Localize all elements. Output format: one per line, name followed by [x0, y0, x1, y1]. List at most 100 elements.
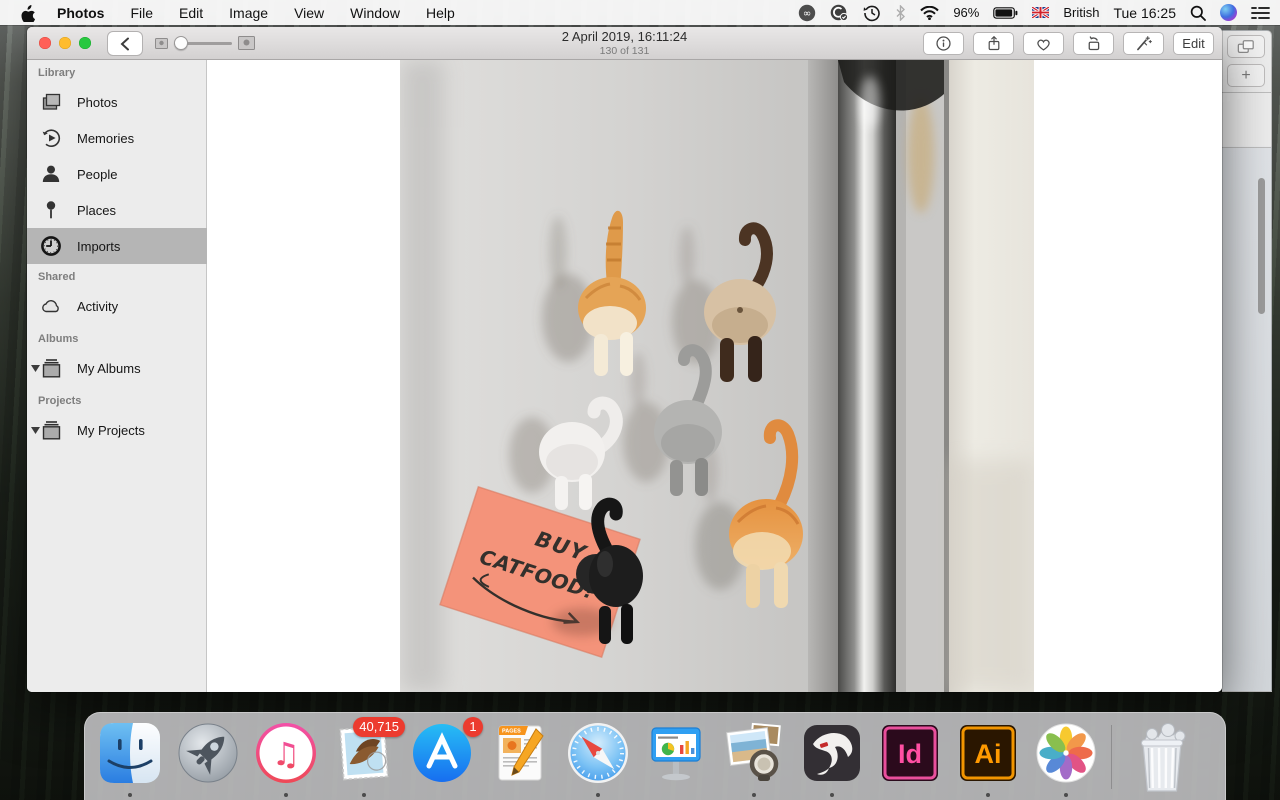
input-source-label[interactable]: British: [1063, 5, 1099, 20]
app-store-badge: 1: [463, 717, 483, 737]
running-indicator: [362, 793, 366, 797]
keynote-icon: [644, 721, 708, 785]
dock-item-finder[interactable]: [91, 721, 169, 799]
illustrator-icon: Ai: [956, 721, 1020, 785]
mail-badge: 40,715: [353, 717, 405, 737]
sidebar-item-places[interactable]: Places: [27, 192, 207, 228]
menu-window[interactable]: Window: [350, 5, 400, 21]
toolbar-actions: Edit: [923, 32, 1214, 55]
dock-item-safari[interactable]: [559, 721, 637, 799]
rotate-button[interactable]: [1073, 32, 1114, 55]
info-button[interactable]: [923, 32, 964, 55]
sidebar-item-imports[interactable]: Imports: [27, 228, 207, 264]
rhinoceros-icon: [800, 721, 864, 785]
photos-stack-icon: [40, 91, 62, 113]
bluetooth-icon[interactable]: [895, 5, 906, 21]
dock-item-rhinoceros[interactable]: [793, 721, 871, 799]
menu-view[interactable]: View: [294, 5, 324, 21]
sidebar-item-photos[interactable]: Photos: [27, 84, 207, 120]
spotlight-search-icon[interactable]: [1190, 5, 1206, 21]
dock-item-mail[interactable]: 40,715: [325, 721, 403, 799]
battery-percent: 96%: [953, 5, 979, 20]
running-indicator: [830, 793, 834, 797]
uk-flag-icon[interactable]: [1032, 7, 1049, 18]
svg-text:♫: ♫: [272, 735, 301, 773]
dock-item-photos[interactable]: [1027, 721, 1105, 799]
wifi-icon[interactable]: [920, 6, 939, 20]
disclosure-triangle-icon[interactable]: [31, 365, 41, 372]
indesign-abbr: Id: [898, 739, 922, 769]
places-pin-icon: [40, 199, 62, 221]
new-tab-button[interactable]: +: [1227, 64, 1265, 87]
edit-button[interactable]: Edit: [1173, 32, 1214, 55]
apple-menu[interactable]: [20, 4, 35, 22]
sidebar-item-my-projects[interactable]: My Projects: [27, 412, 207, 448]
menu-file[interactable]: File: [130, 5, 153, 21]
dock-separator: [1105, 721, 1117, 799]
photos-app-icon: [1034, 721, 1098, 785]
dock-item-illustrator[interactable]: Ai: [949, 721, 1027, 799]
sidebar-item-people[interactable]: People: [27, 156, 207, 192]
menu-bar: Photos File Edit Image View Window Help …: [0, 0, 1280, 25]
dock-item-pages[interactable]: PAGES: [481, 721, 559, 799]
creative-cloud-icon[interactable]: ∞: [798, 4, 816, 22]
favorite-button[interactable]: [1023, 32, 1064, 55]
divider: [1222, 147, 1271, 148]
tab-overview-icon: [1237, 39, 1255, 55]
svg-text:∞: ∞: [803, 8, 811, 19]
indesign-icon: Id: [878, 721, 942, 785]
dock-item-trash[interactable]: [1117, 721, 1207, 799]
menu-help[interactable]: Help: [426, 5, 455, 21]
enhance-button[interactable]: [1123, 32, 1164, 55]
people-icon: [40, 163, 62, 185]
dock-item-keynote[interactable]: [637, 721, 715, 799]
sync-status-icon[interactable]: [830, 4, 849, 22]
running-indicator: [1064, 793, 1068, 797]
sidebar: Library Photos Memories People: [27, 60, 207, 692]
pages-icon: PAGES: [488, 721, 552, 785]
imports-clock-icon: [40, 235, 62, 257]
rotate-icon: [1085, 35, 1102, 52]
disclosure-triangle-icon[interactable]: [31, 427, 41, 434]
pages-banner-text: PAGES: [502, 729, 521, 735]
battery-icon[interactable]: [993, 7, 1018, 19]
sidebar-item-my-albums[interactable]: My Albums: [27, 350, 207, 386]
dock-item-app-store[interactable]: 1: [403, 721, 481, 799]
memories-replay-icon: [40, 127, 62, 149]
share-button[interactable]: [973, 32, 1014, 55]
sidebar-label: My Projects: [77, 423, 145, 438]
menu-bar-status: ∞ 96% British Tue 16:25: [798, 0, 1270, 25]
share-icon: [986, 35, 1002, 52]
sidebar-label: My Albums: [77, 361, 141, 376]
menu-bar-clock[interactable]: Tue 16:25: [1113, 5, 1176, 21]
siri-icon[interactable]: [1220, 4, 1237, 21]
fridge-cat-magnets-photo[interactable]: BUY CATFOOD!: [400, 60, 1034, 692]
menu-image[interactable]: Image: [229, 5, 268, 21]
sidebar-item-memories[interactable]: Memories: [27, 120, 207, 156]
running-indicator: [986, 793, 990, 797]
dock-item-launchpad[interactable]: [169, 721, 247, 799]
finder-icon: [98, 721, 162, 785]
tab-overview-button[interactable]: [1227, 35, 1265, 58]
running-indicator: [284, 793, 288, 797]
running-indicator: [128, 793, 132, 797]
background-scrollbar-thumb[interactable]: [1258, 178, 1265, 314]
sidebar-label: Memories: [77, 131, 134, 146]
sidebar-label: Activity: [77, 299, 118, 314]
photo-content-area: BUY CATFOOD!: [207, 60, 1222, 692]
notification-center-icon[interactable]: [1251, 6, 1270, 20]
menu-edit[interactable]: Edit: [179, 5, 203, 21]
dock-item-preview[interactable]: [715, 721, 793, 799]
menu-app-name[interactable]: Photos: [57, 5, 104, 21]
dock-item-itunes[interactable]: ♫: [247, 721, 325, 799]
running-indicator: [596, 793, 600, 797]
sidebar-label: Photos: [77, 95, 117, 110]
itunes-icon: ♫: [254, 721, 318, 785]
time-machine-icon[interactable]: [863, 4, 881, 22]
sidebar-label: Places: [77, 203, 116, 218]
sidebar-item-activity[interactable]: Activity: [27, 288, 207, 324]
running-indicator: [752, 793, 756, 797]
background-window-edge: +: [1222, 30, 1272, 692]
desktop: { "menu_bar": { "app_name": "Photos", "m…: [0, 0, 1280, 800]
dock-item-indesign[interactable]: Id: [871, 721, 949, 799]
